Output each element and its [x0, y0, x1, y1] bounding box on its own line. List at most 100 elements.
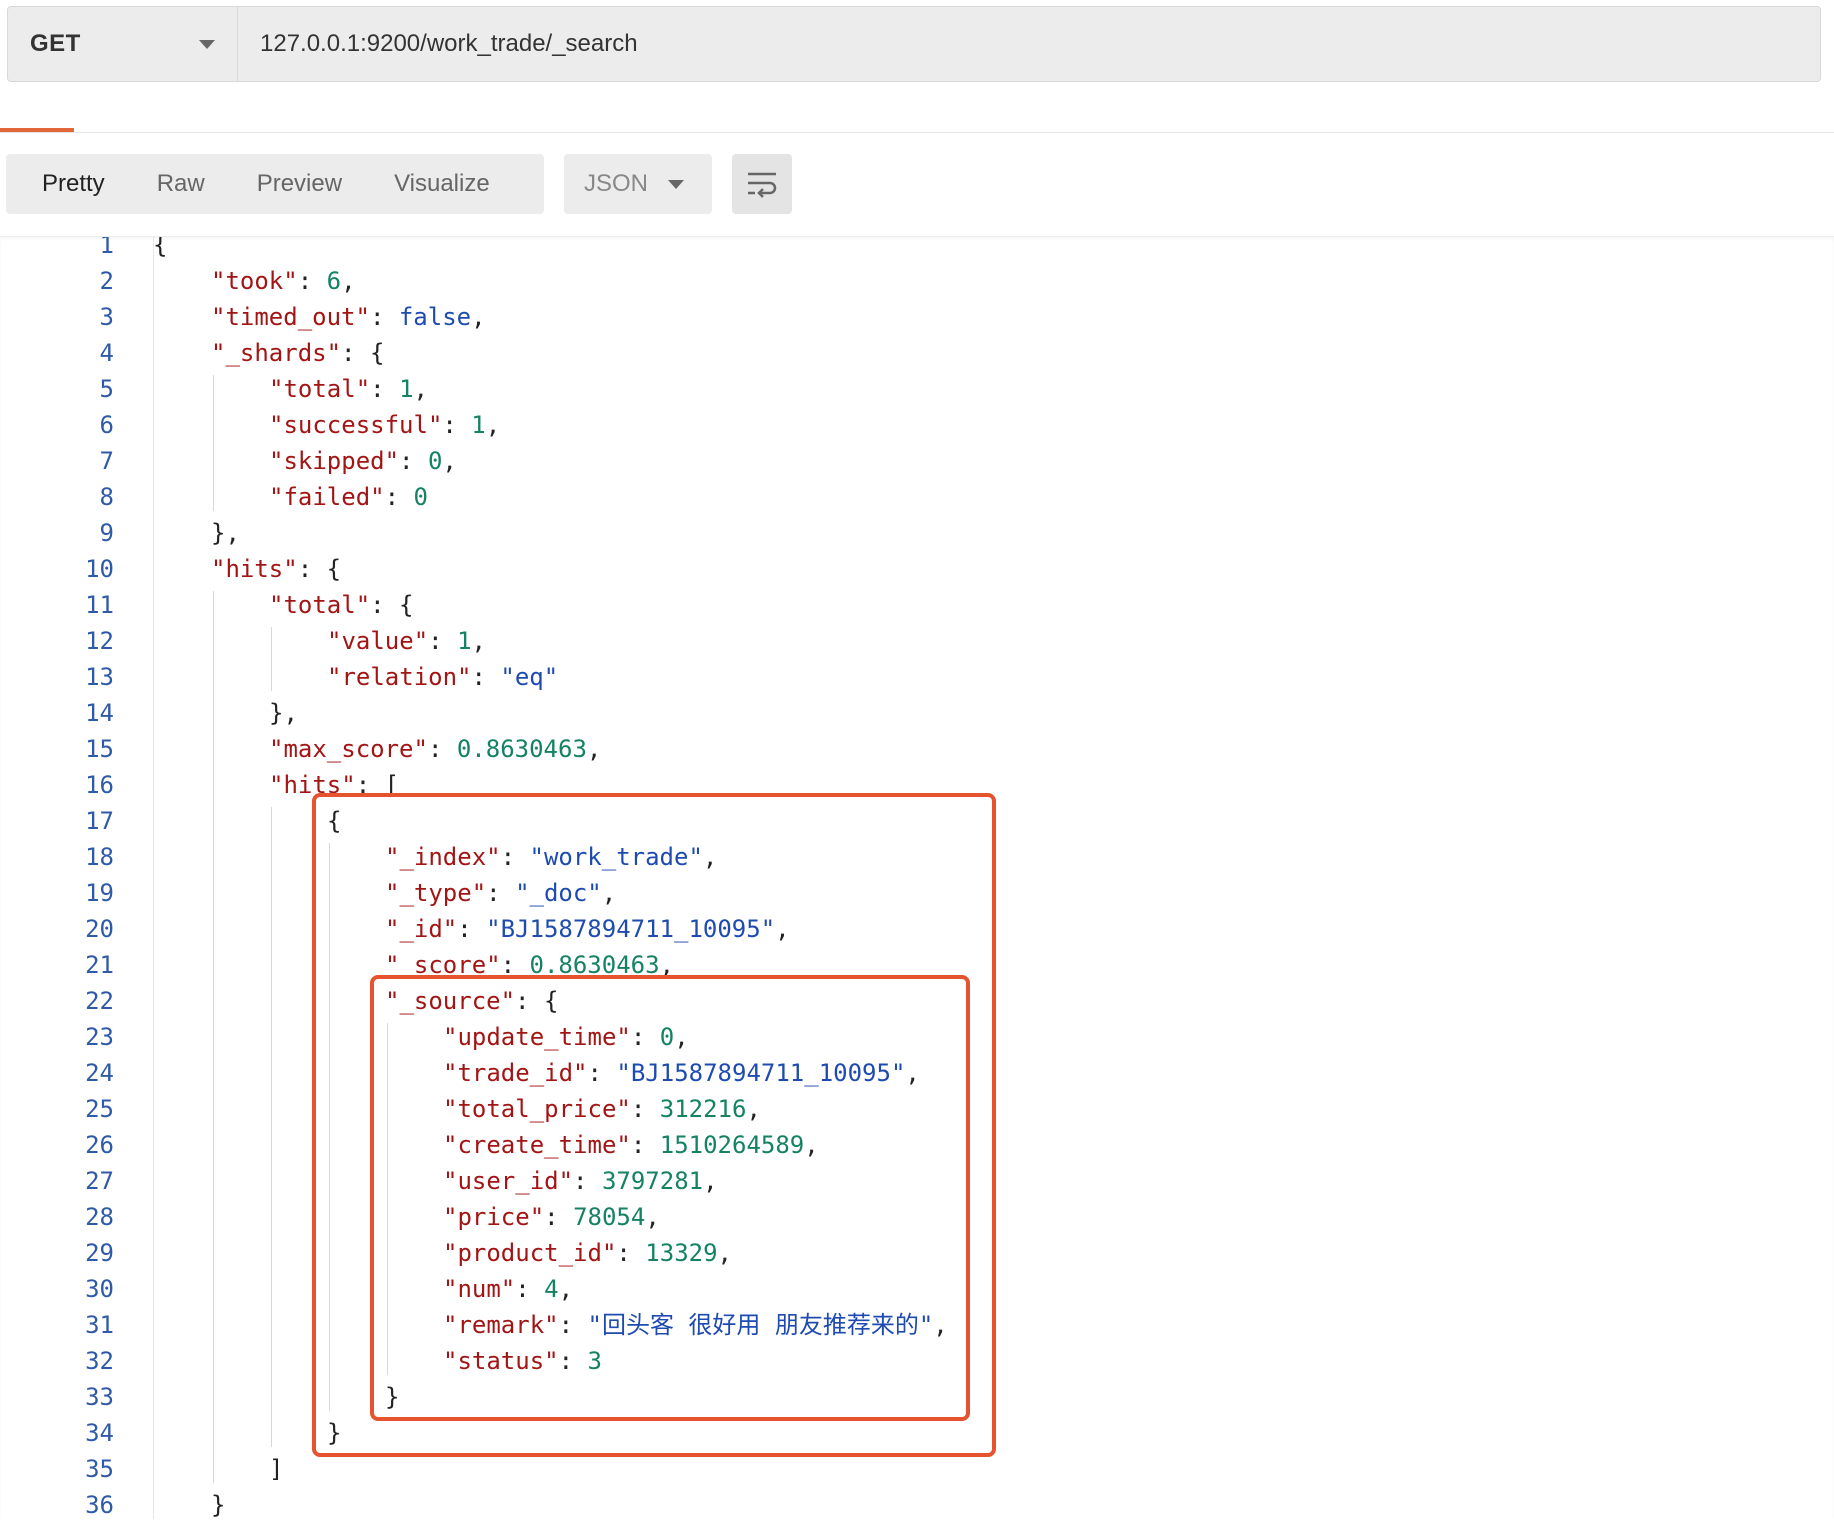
line-number: 19: [85, 879, 114, 907]
line-number: 22: [85, 987, 114, 1015]
line-number: 35: [85, 1455, 114, 1483]
code-text: "update_time": 0,: [443, 1019, 689, 1055]
line-number: 21: [85, 951, 114, 979]
chevron-down-icon: [199, 39, 215, 49]
code-text: },: [269, 695, 298, 731]
json-token: }: [211, 1491, 226, 1519]
line-number: 7: [99, 447, 114, 475]
json-token: 1510264589: [659, 1131, 805, 1159]
json-token: "product_id": [443, 1239, 617, 1267]
code-text: }: [211, 1487, 225, 1519]
line-number: 15: [85, 735, 114, 763]
json-token: "_source": [385, 987, 516, 1015]
code-text: {: [327, 803, 341, 839]
json-token: "BJ1587894711_10095": [486, 915, 776, 943]
json-token: ,: [485, 411, 501, 439]
tab-pretty[interactable]: Pretty: [16, 170, 131, 198]
format-dropdown[interactable]: JSON: [564, 154, 712, 214]
json-token: "trade_id": [443, 1059, 588, 1087]
code-text: {: [153, 237, 167, 263]
code-line: 1{: [0, 237, 1834, 263]
json-token: : {: [370, 591, 414, 619]
code-text: },: [211, 515, 240, 551]
json-token: ,: [659, 951, 674, 979]
json-token: "price": [443, 1203, 545, 1231]
json-token: :: [442, 411, 472, 439]
json-token: "relation": [327, 663, 472, 691]
line-number: 16: [85, 771, 114, 799]
response-body[interactable]: 1{2 "took": 6, 3 "timed_out": false, 4 "_shar…: [0, 236, 1834, 1519]
code-text: "relation": "eq": [327, 659, 558, 695]
json-token: :: [399, 447, 428, 475]
format-label: JSON: [584, 170, 649, 197]
tab-raw[interactable]: Raw: [131, 170, 231, 198]
code-line: 35]: [0, 1451, 1834, 1487]
line-number: 33: [85, 1383, 114, 1411]
code-line: 27 "user_id": 3797281,: [0, 1163, 1834, 1199]
code-text: "total": 1,: [269, 371, 428, 407]
request-tabs-clipped: [0, 96, 1834, 133]
json-token: : {: [297, 555, 342, 583]
line-number: 32: [85, 1347, 114, 1375]
code-text: "_type": "_doc",: [385, 875, 616, 911]
code-line: 29 "product_id": 13329,: [0, 1235, 1834, 1271]
tab-preview[interactable]: Preview: [231, 170, 368, 198]
tab-visualize[interactable]: Visualize: [368, 170, 516, 198]
json-token: "num": [443, 1275, 516, 1303]
json-token: :: [544, 1203, 574, 1231]
code-text: "_source": {: [385, 983, 558, 1019]
code-text: "value": 1,: [327, 623, 486, 659]
line-number: 27: [85, 1167, 114, 1195]
url-input[interactable]: 127.0.0.1:9200/work_trade/_search: [238, 7, 1820, 81]
json-token: 0: [427, 447, 443, 475]
json-token: : [: [355, 771, 400, 799]
code-line: 8 "failed": 0: [0, 479, 1834, 515]
json-token: "value": [327, 627, 429, 655]
indent-guide: [387, 1023, 388, 1375]
json-token: ,: [442, 447, 457, 475]
code-line: 2 "took": 6,: [0, 263, 1834, 299]
json-token: "work_trade": [529, 843, 703, 871]
json-token: 1: [471, 411, 486, 439]
wrap-lines-button[interactable]: [732, 154, 792, 214]
json-token: :: [630, 1023, 660, 1051]
line-number: 28: [85, 1203, 114, 1231]
line-number: 2: [99, 267, 114, 295]
code-text: "max_score": 0.8630463,: [269, 731, 601, 767]
json-token: ,: [413, 375, 428, 403]
code-text: "failed": 0: [269, 479, 428, 515]
code-line: 26 "create_time": 1510264589,: [0, 1127, 1834, 1163]
json-token: :: [515, 1275, 545, 1303]
json-token: :: [427, 735, 457, 763]
line-number: 10: [85, 555, 114, 583]
json-token: ,: [933, 1311, 948, 1339]
json-token: "total": [269, 591, 371, 619]
json-token: ,: [905, 1059, 920, 1087]
json-token: :: [500, 951, 530, 979]
json-token: ,: [471, 627, 486, 655]
json-token: "user_id": [443, 1167, 574, 1195]
json-token: :: [428, 627, 458, 655]
method-dropdown[interactable]: GET: [8, 7, 238, 81]
code-text: "hits": [: [269, 767, 399, 803]
code-line: 14},: [0, 695, 1834, 731]
code-text: "hits": {: [211, 551, 341, 587]
json-token: "_shards": [211, 339, 342, 367]
wrap-lines-icon: [748, 172, 777, 198]
json-token: :: [630, 1095, 660, 1123]
json-token: },: [269, 699, 298, 727]
json-token: 13329: [645, 1239, 718, 1267]
code-text: "price": 78054,: [443, 1199, 660, 1235]
active-tab-indicator: [0, 128, 74, 132]
code-line: 12 "value": 1,: [0, 623, 1834, 659]
json-token: 0: [659, 1023, 675, 1051]
response-view-tabs: Pretty Raw Preview Visualize: [6, 154, 544, 214]
json-token: ,: [703, 1167, 718, 1195]
line-number: 11: [85, 591, 114, 619]
json-token: "successful": [269, 411, 443, 439]
code-line: 10 "hits": {: [0, 551, 1834, 587]
json-token: "BJ1587894711_10095": [616, 1059, 906, 1087]
code-line: 22 "_source": {: [0, 983, 1834, 1019]
code-text: "total_price": 312216,: [443, 1091, 761, 1127]
code-line: 15 "max_score": 0.8630463,: [0, 731, 1834, 767]
